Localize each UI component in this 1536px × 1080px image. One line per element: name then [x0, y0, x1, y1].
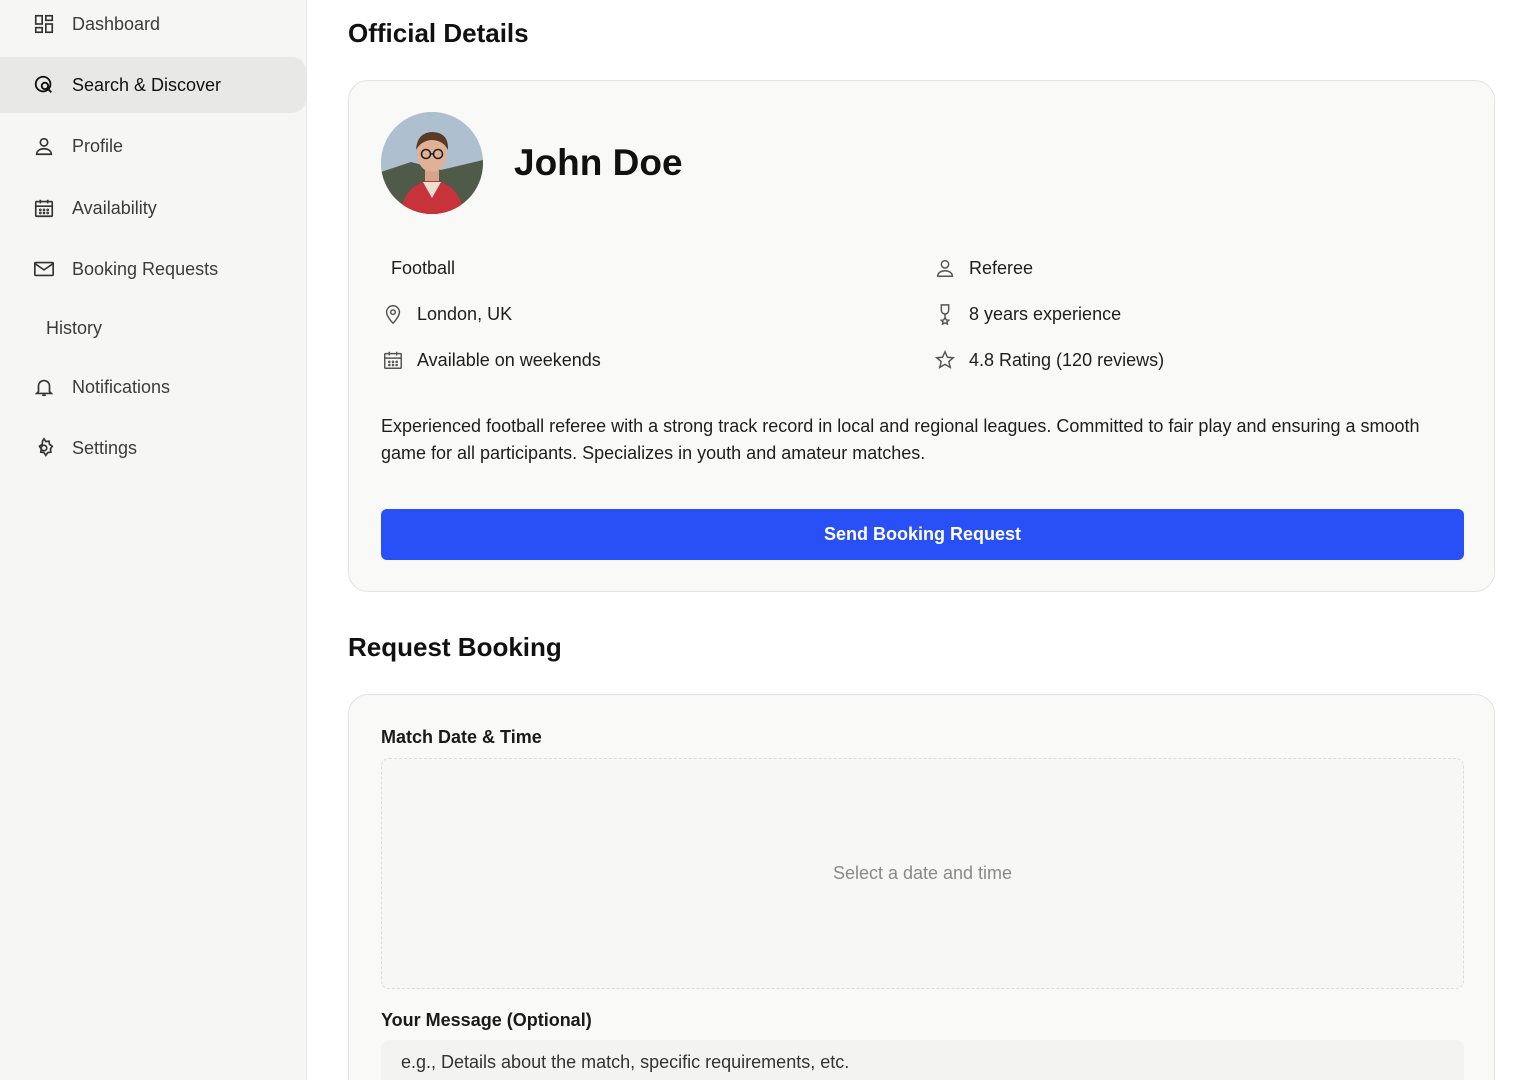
- avatar: [381, 112, 483, 214]
- sidebar-item-availability[interactable]: Availability: [0, 180, 306, 236]
- official-details-title: Official Details: [348, 18, 529, 48]
- gear-icon: [32, 436, 56, 460]
- date-time-placeholder: Select a date and time: [832, 863, 1013, 883]
- sidebar-item-label: Settings: [72, 437, 138, 458]
- message-placeholder: e.g., Details about the match, specific …: [401, 1052, 850, 1072]
- search-discover-icon: [32, 73, 56, 97]
- experience-detail: 8 years experience: [933, 302, 1121, 326]
- sport-detail: Football: [391, 258, 455, 279]
- sidebar-item-label: Booking Requests: [72, 258, 219, 279]
- calendar-icon: [32, 196, 56, 220]
- sidebar-item-notifications[interactable]: Notifications: [0, 359, 306, 415]
- sidebar-item-booking-requests[interactable]: Booking Requests: [0, 241, 306, 297]
- date-time-picker[interactable]: Select a date and time: [381, 758, 1464, 989]
- sidebar-item-history[interactable]: History: [0, 300, 306, 356]
- sidebar: Dashboard Search & Discover Profile Avai…: [0, 0, 307, 1080]
- sidebar-item-label: Notifications: [72, 376, 171, 397]
- sidebar-item-label: Profile: [72, 135, 124, 156]
- sidebar-item-label: Dashboard: [72, 13, 161, 34]
- match-date-label: Match Date & Time: [381, 727, 542, 747]
- sidebar-item-settings[interactable]: Settings: [0, 420, 306, 476]
- official-bio: Experienced football referee with a stro…: [381, 416, 1420, 463]
- rating-text: 4.8 Rating (120 reviews): [969, 349, 1165, 370]
- rating-detail: 4.8 Rating (120 reviews): [933, 348, 1164, 372]
- location-detail: London, UK: [381, 302, 512, 326]
- send-booking-request-button[interactable]: Send Booking Request: [381, 509, 1464, 560]
- sidebar-item-profile[interactable]: Profile: [0, 118, 306, 174]
- sidebar-item-label: Availability: [72, 197, 157, 218]
- map-pin-icon: [381, 302, 405, 326]
- official-name: John Doe: [514, 142, 683, 183]
- sport-text: Football: [391, 258, 456, 278]
- role-text: Referee: [969, 257, 1034, 278]
- sidebar-item-label: History: [46, 317, 103, 338]
- request-booking-title: Request Booking: [348, 632, 562, 662]
- availability-detail: Available on weekends: [381, 348, 601, 372]
- availability-text: Available on weekends: [417, 349, 601, 370]
- star-icon: [933, 348, 957, 372]
- booking-card: Match Date & Time Select a date and time…: [348, 694, 1495, 1080]
- bell-icon: [32, 375, 56, 399]
- sidebar-item-search-discover[interactable]: Search & Discover: [0, 57, 306, 113]
- role-detail: Referee: [933, 256, 1033, 280]
- message-label: Your Message (Optional): [381, 1010, 592, 1030]
- user-icon: [933, 256, 957, 280]
- dashboard-icon: [32, 12, 56, 36]
- experience-text: 8 years experience: [969, 303, 1122, 324]
- official-card: John Doe Football Referee London, UK 8 y…: [348, 80, 1495, 592]
- sidebar-item-dashboard[interactable]: Dashboard: [0, 0, 306, 52]
- location-text: London, UK: [417, 303, 513, 324]
- medal-icon: [933, 302, 957, 326]
- message-input[interactable]: e.g., Details about the match, specific …: [381, 1040, 1464, 1080]
- sidebar-item-label: Search & Discover: [72, 74, 222, 95]
- user-icon: [32, 134, 56, 158]
- mail-icon: [32, 257, 56, 281]
- calendar-icon: [381, 348, 405, 372]
